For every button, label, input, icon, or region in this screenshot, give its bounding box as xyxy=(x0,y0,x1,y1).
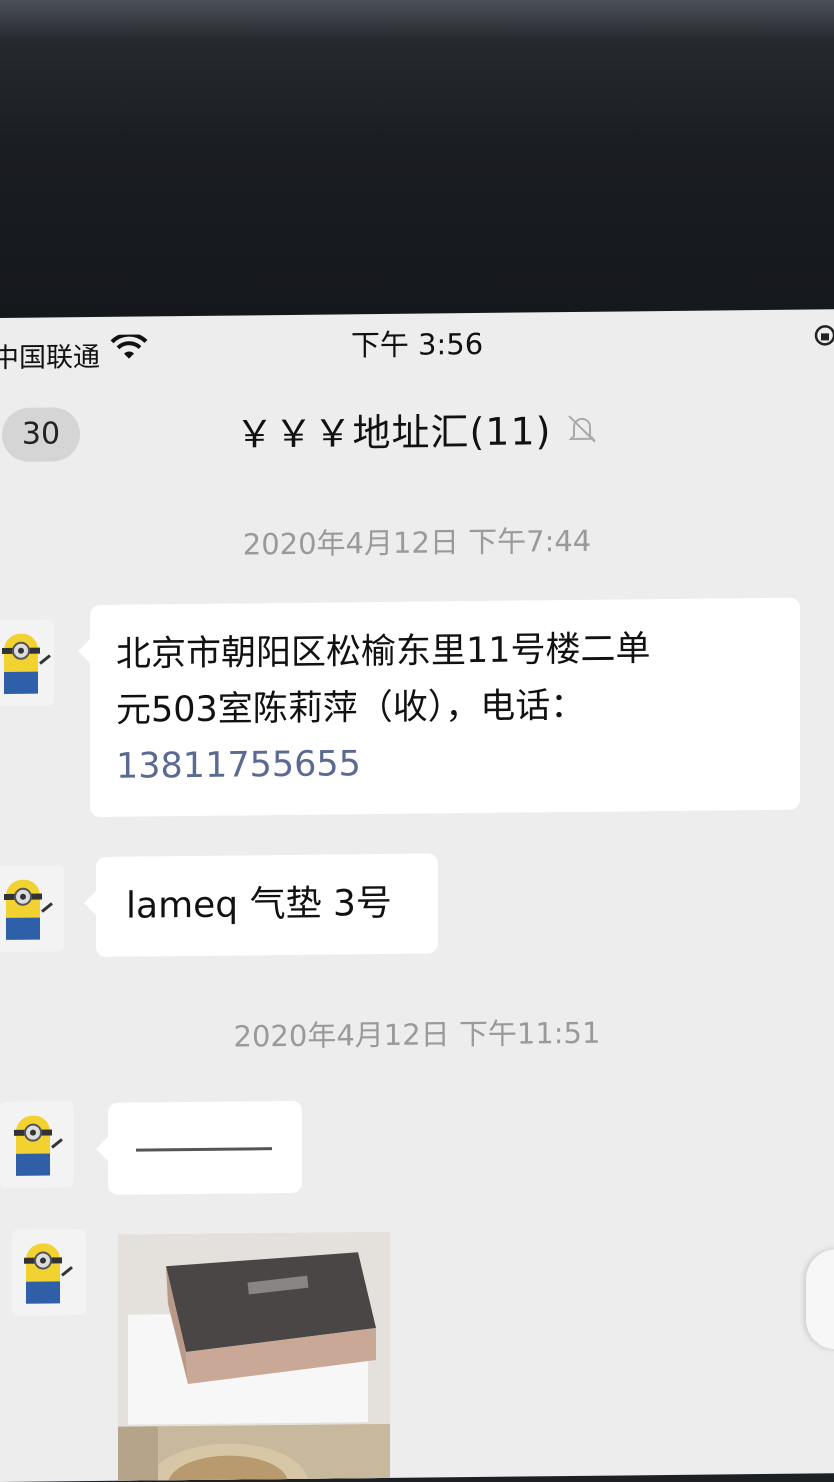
bezel-highlight xyxy=(0,0,834,40)
chat-title-container: ￥￥￥地址汇(11) xyxy=(0,397,834,461)
mute-bell-icon xyxy=(567,415,596,443)
chat-title[interactable]: ￥￥￥地址汇(11) xyxy=(235,409,551,456)
message-bubble-address[interactable]: 北京市朝阳区松榆东里11号楼二单 元503室陈莉萍（收），电话： 1381175… xyxy=(90,597,800,818)
status-bar: 中国联通 下午 3:56 xyxy=(0,309,834,376)
lock-icon xyxy=(814,325,834,346)
phone-number-link[interactable]: 13811755655 xyxy=(116,732,774,795)
cushion-compact-photo[interactable] xyxy=(118,1231,390,1482)
minion-avatar[interactable] xyxy=(0,865,64,953)
message-bubble-dash[interactable] xyxy=(108,1100,302,1195)
minion-avatar[interactable] xyxy=(0,619,54,707)
minion-avatar[interactable] xyxy=(12,1229,86,1316)
monitor-bezel xyxy=(0,0,834,330)
dash-line xyxy=(136,1147,272,1152)
status-time: 下午 3:56 xyxy=(350,326,484,363)
message-text-line: 元503室陈莉萍（收），电话： xyxy=(116,685,586,731)
message-text-line: 北京市朝阳区松榆东里11号楼二单 xyxy=(116,629,651,675)
message-timestamp: 2020年4月12日 下午11:51 xyxy=(233,1015,601,1054)
message-timestamp: 2020年4月12日 下午7:44 xyxy=(242,523,592,562)
minion-avatar[interactable] xyxy=(0,1101,74,1188)
floating-side-button[interactable] xyxy=(806,1248,834,1350)
chat-nav-bar: 30 ￥￥￥地址汇(11) xyxy=(0,367,834,486)
message-bubble-product[interactable]: lameq 气垫 3号 xyxy=(96,853,438,957)
message-text: lameq 气垫 3号 xyxy=(126,882,392,927)
phone-screen: 中国联通 下午 3:56 30 ￥￥￥地址汇(11) 2020年4月12日 下午… xyxy=(0,309,834,1482)
